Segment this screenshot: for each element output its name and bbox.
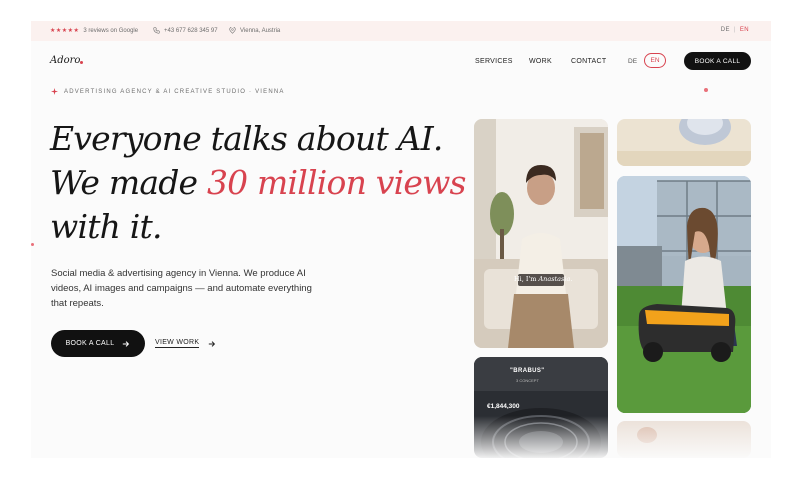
location-info: Vienna, Austria [229,27,280,34]
brabus-subtitle: 3 CONCEPT [516,378,539,383]
lead-line-2: videos, AI images and campaigns — and au… [51,283,312,294]
topbar-language-switch: DE | EN [721,27,749,33]
topbar-lang-en[interactable]: EN [740,27,749,33]
nav-lang-en[interactable]: EN [644,53,666,68]
phone-icon [153,27,160,34]
portrait-video-thumbnail [474,119,608,348]
rating-stars: ★★★★★ [50,28,80,34]
view-work-label: VIEW WORK [155,339,200,348]
hero-lead-paragraph: Social media & advertising agency in Vie… [51,266,351,311]
location-text: Vienna, Austria [240,27,281,34]
logo-dot [80,61,83,64]
decorative-dot-left [31,243,34,246]
nav-contact[interactable]: CONTACT [571,58,606,65]
view-work-link[interactable]: VIEW WORK [155,339,216,348]
google-reviews[interactable]: ★★★★★ 3 reviews on Google [50,27,139,35]
nav-book-call-button[interactable]: BOOK A CALL [684,52,751,70]
headline-line-2: We made 30 million views [50,161,466,205]
decorative-dot [704,88,708,92]
lead-line-3: that repeats. [51,298,104,309]
headline-accent: 30 million views [206,163,467,202]
pin-icon [229,27,236,34]
lead-line-1: Social media & advertising agency in Vie… [51,268,306,279]
landing-page: ★★★★★ 3 reviews on Google +43 677 628 34… [31,21,771,458]
hero-book-call-label: BOOK A CALL [65,340,115,347]
nav-work[interactable]: WORK [529,58,552,65]
headline-line-1: Everyone talks about AI. [50,119,443,158]
nav-services[interactable]: SERVICES [475,58,513,65]
headline-line-2-prefix: We made [50,163,207,202]
arrow-right-icon [123,340,130,347]
hero-book-call-button[interactable]: BOOK A CALL [51,330,145,357]
caption-prefix: Hi, I'm [514,275,539,283]
robot-mower-video-thumbnail [617,176,751,413]
nav-lang-de[interactable]: DE [628,58,637,65]
hero-eyebrow: ADVERTISING AGENCY & AI CREATIVE STUDIO … [51,88,285,95]
top-info-bar: ★★★★★ 3 reviews on Google +43 677 628 34… [31,21,771,41]
brabus-title: "BRABUS" [510,368,545,374]
brand-logo[interactable]: Adoro [50,55,80,66]
video-card-robot-mower[interactable] [617,176,751,413]
video-card-top-right[interactable] [617,119,751,166]
phone-number: +43 677 628 345 97 [164,27,218,34]
topbar-lang-de[interactable]: DE [721,27,730,33]
video-caption: Hi, I'm Anastasia. [514,275,572,283]
bottom-fade-overlay [461,416,771,458]
lang-separator: | [733,27,736,33]
abstract-video-thumbnail [617,119,751,166]
brabus-price: €1,844,300 [487,403,520,410]
reviews-text: 3 reviews on Google [83,27,139,34]
arrow-right-icon [209,340,216,347]
eyebrow-text: ADVERTISING AGENCY & AI CREATIVE STUDIO … [64,88,285,95]
video-card-anastasia[interactable]: Hi, I'm Anastasia. [474,119,608,348]
headline-line-3: with it. [50,207,163,246]
sparkle-icon [51,88,58,95]
caption-name: Anastasia. [538,275,573,283]
phone-link[interactable]: +43 677 628 345 97 [153,27,218,34]
